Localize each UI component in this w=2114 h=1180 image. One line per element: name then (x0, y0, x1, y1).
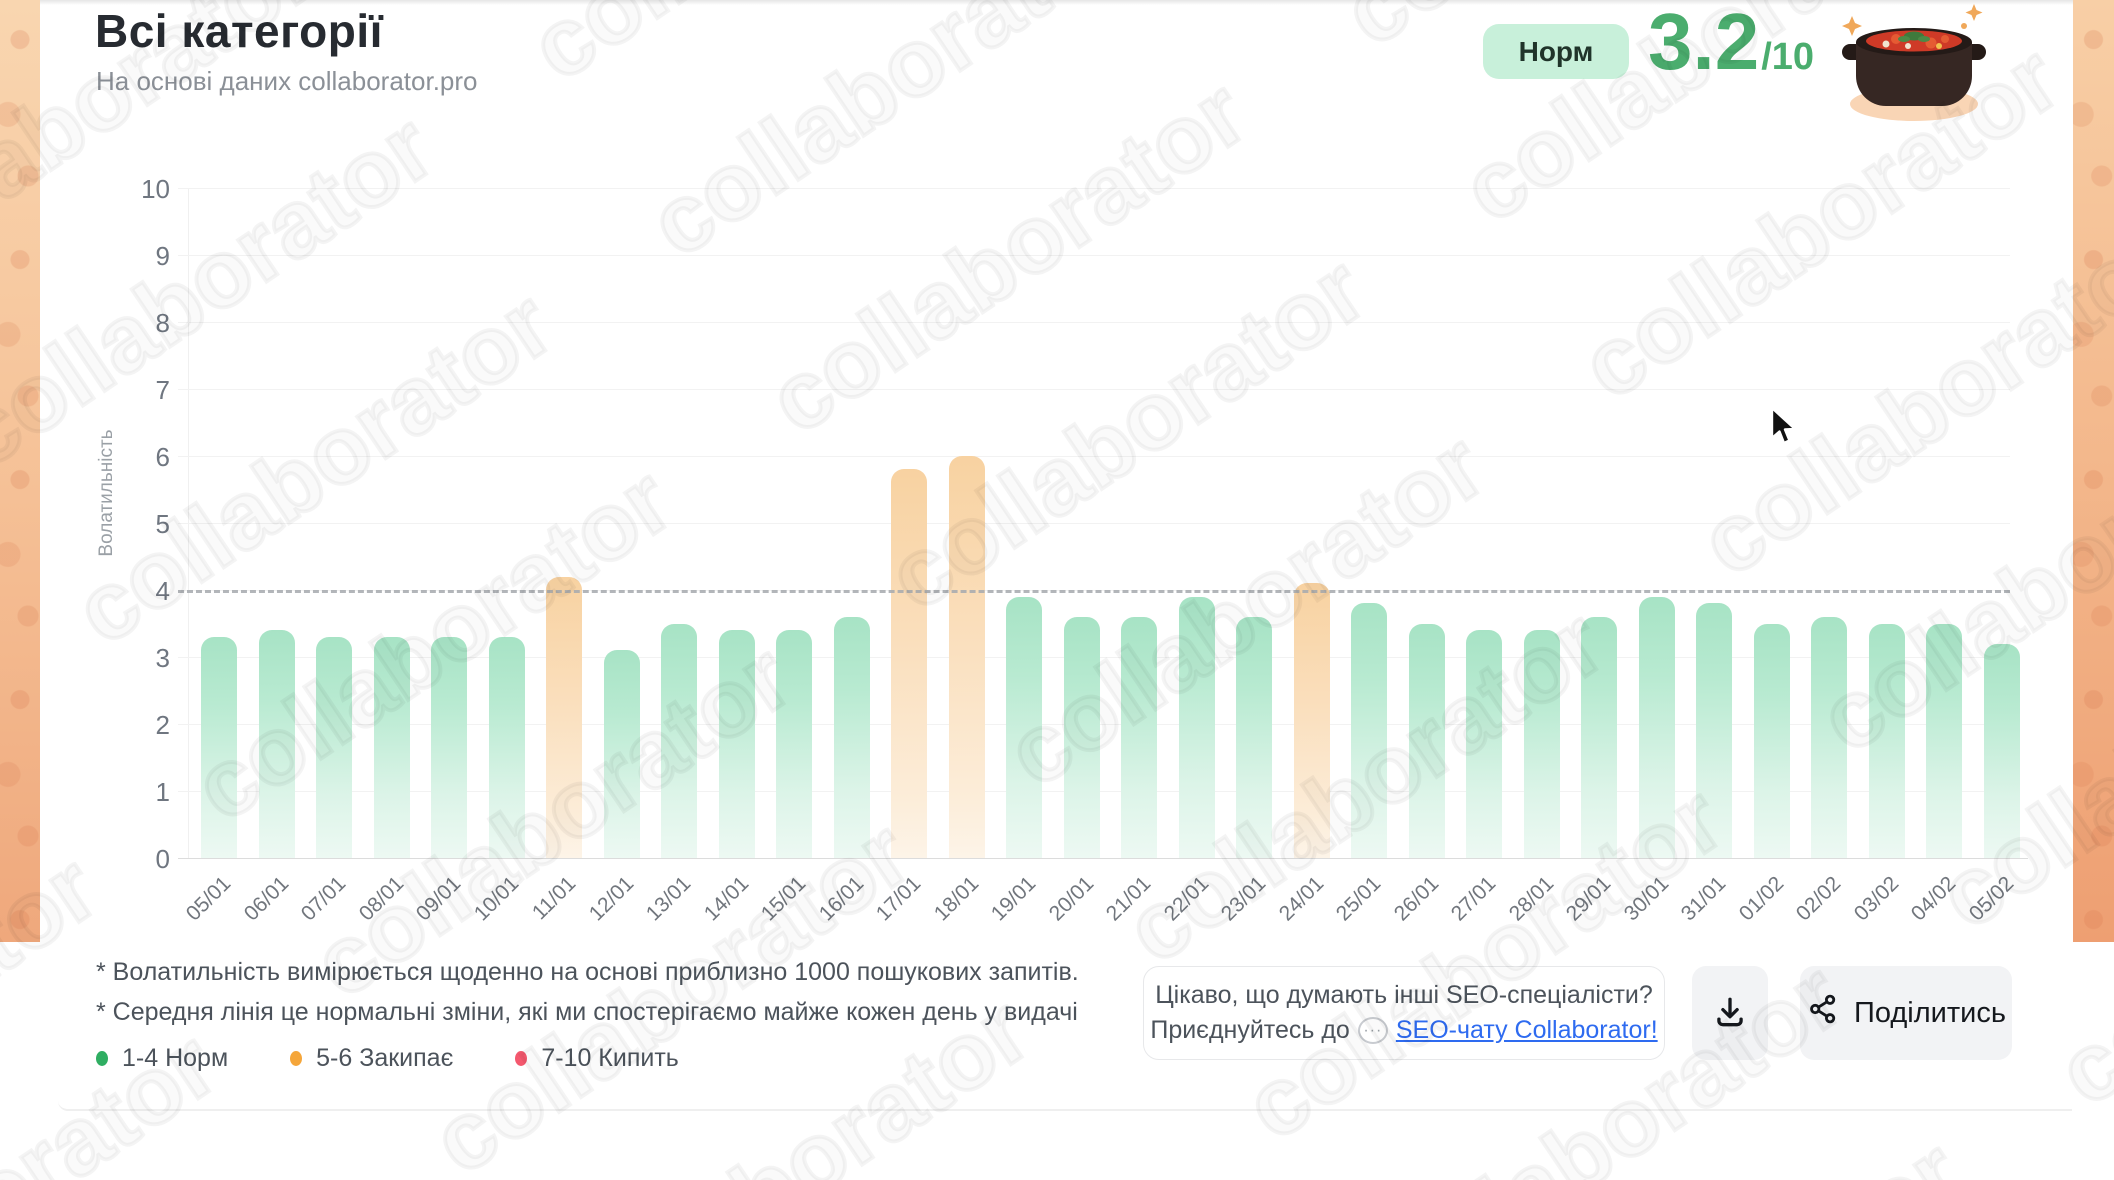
chart-bar[interactable] (949, 456, 985, 858)
gridline-5 (178, 523, 2010, 524)
legend-item-norm: 1-4 Норм (96, 1044, 228, 1073)
download-button[interactable] (1692, 966, 1768, 1060)
chart-bar[interactable] (1236, 617, 1272, 858)
chart-bar[interactable] (1811, 617, 1847, 858)
card-bottom-divider (58, 1101, 2072, 1111)
gridline-7 (178, 389, 2010, 390)
volatility-score: 3.2 /10 (1648, 2, 1814, 82)
seo-chat-cta-card: Цікаво, що думають інші SEO-спеціалісти?… (1143, 966, 1665, 1060)
watermark-text: collaborator (652, 1152, 1168, 1180)
chart-bar[interactable] (604, 650, 640, 858)
gridline-6 (178, 456, 2010, 457)
y-tick-label: 4 (88, 576, 170, 607)
watermark-text: collaborator (1465, 1118, 1981, 1180)
normal-level-dashed-line (178, 590, 2010, 593)
chart-bar[interactable] (1696, 603, 1732, 858)
chart-bar[interactable] (1121, 617, 1157, 858)
chart-bar[interactable] (1754, 624, 1790, 859)
borscht-pot-illustration (1838, 0, 1990, 129)
y-tick-label: 9 (88, 241, 170, 272)
legend-item-boiling: 7-10 Кипить (515, 1044, 679, 1073)
legend-dot-green (96, 1051, 108, 1066)
chart-legend: 1-4 Норм 5-6 Закипає 7-10 Кипить (96, 1044, 679, 1073)
legend-label: 1-4 Норм (122, 1044, 228, 1073)
chart-bar[interactable] (431, 637, 467, 858)
seo-chat-link[interactable]: SEO-чату Collaborator! (1396, 1016, 1658, 1045)
legend-label: 7-10 Кипить (541, 1044, 679, 1073)
y-tick-label: 3 (88, 643, 170, 674)
legend-dot-orange (290, 1051, 302, 1066)
chart-bar[interactable] (1524, 630, 1560, 858)
page-subtitle: На основі даних collaborator.pro (96, 66, 478, 97)
chart-bar[interactable] (201, 637, 237, 858)
y-tick-label: 8 (88, 308, 170, 339)
share-nodes-icon (1806, 992, 1840, 1034)
chart-bar[interactable] (1351, 603, 1387, 858)
decorative-right-band (2073, 0, 2114, 942)
volatility-bar-chart: 01234567891005/0106/0107/0108/0109/0110/… (188, 188, 2038, 858)
watermark-text: collaborator (512, 0, 1028, 103)
cta-join-line: Приєднуйтесь до ··· SEO-чату Collaborato… (1150, 1016, 1657, 1045)
status-badge: Норм (1483, 24, 1629, 79)
chart-bar[interactable] (1869, 624, 1905, 859)
decorative-left-band (0, 0, 40, 942)
score-max: /10 (1761, 38, 1814, 76)
gridline-9 (178, 255, 2010, 256)
chart-bar[interactable] (1466, 630, 1502, 858)
chart-bar[interactable] (1639, 597, 1675, 858)
share-button-label: Поділитись (1854, 997, 2006, 1030)
share-button[interactable]: Поділитись (1800, 966, 2012, 1060)
gridline-10 (178, 188, 2010, 189)
chart-bar[interactable] (546, 577, 582, 858)
chart-bar[interactable] (719, 630, 755, 858)
y-tick-label: 10 (88, 174, 170, 205)
score-value: 3.2 (1648, 2, 1759, 82)
chart-bar[interactable] (1294, 583, 1330, 858)
legend-label: 5-6 Закипає (316, 1044, 453, 1073)
chart-bar[interactable] (316, 637, 352, 858)
download-icon (1711, 993, 1749, 1034)
chart-bar[interactable] (1409, 624, 1445, 859)
y-axis-title: Волатильність (96, 393, 118, 593)
y-tick-label: 6 (88, 442, 170, 473)
chart-bar[interactable] (1926, 624, 1962, 859)
chart-bar[interactable] (776, 630, 812, 858)
legend-item-boiling-up: 5-6 Закипає (290, 1044, 453, 1073)
chart-bar[interactable] (1581, 617, 1617, 858)
chart-bar[interactable] (1984, 644, 2020, 858)
page-title: Всі категорії (95, 4, 383, 58)
speech-bubble-icon: ··· (1358, 1017, 1388, 1044)
chart-bar[interactable] (834, 617, 870, 858)
legend-dot-red (515, 1051, 527, 1066)
cta-question: Цікаво, що думають інші SEO-спеціалісти? (1155, 981, 1653, 1010)
y-tick-label: 5 (88, 509, 170, 540)
chart-bar[interactable] (259, 630, 295, 858)
y-tick-label: 1 (88, 777, 170, 808)
y-tick-label: 7 (88, 375, 170, 406)
cta-join-prefix: Приєднуйтесь до (1150, 1016, 1350, 1045)
gridline-8 (178, 322, 2010, 323)
gridline-0 (178, 858, 2028, 859)
chart-bar[interactable] (891, 469, 927, 858)
chart-bar[interactable] (661, 624, 697, 859)
chart-bar[interactable] (374, 637, 410, 858)
footnote-average-line: * Середня лінія це нормальні зміни, які … (96, 998, 1078, 1027)
chart-bar[interactable] (1179, 597, 1215, 858)
footnote-measurement: * Волатильність вимірюється щоденно на о… (96, 958, 1079, 987)
chart-bar[interactable] (489, 637, 525, 858)
y-tick-label: 0 (88, 844, 170, 875)
chart-bar[interactable] (1006, 597, 1042, 858)
y-tick-label: 2 (88, 710, 170, 741)
chart-bar[interactable] (1064, 617, 1100, 858)
watermark-text: collaborator (0, 1010, 236, 1180)
